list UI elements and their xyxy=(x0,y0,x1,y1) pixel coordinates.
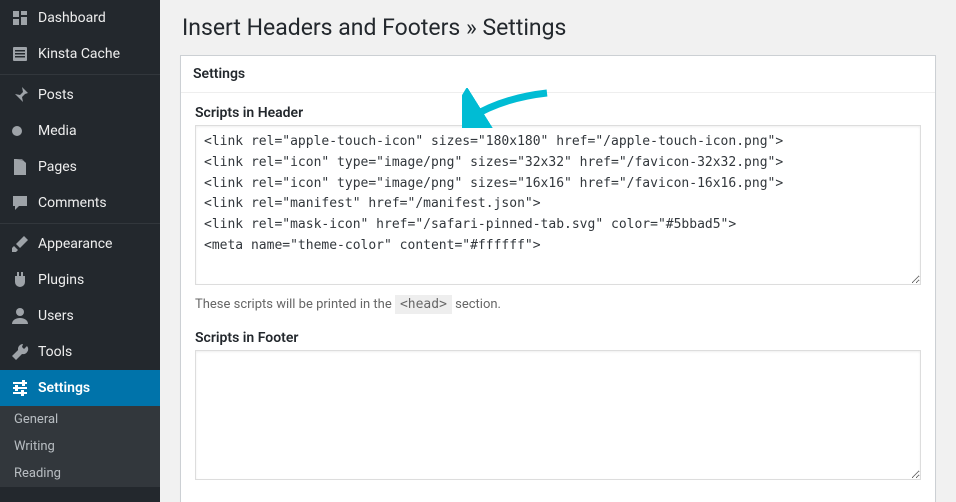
sidebar-item-settings[interactable]: Settings xyxy=(0,370,160,406)
sidebar-item-label: Media xyxy=(38,123,77,139)
sidebar-item-label: Posts xyxy=(38,87,74,103)
sidebar-item-kinsta-cache[interactable]: Kinsta Cache xyxy=(0,36,160,72)
page-title: Insert Headers and Footers » Settings xyxy=(182,14,936,41)
cache-icon xyxy=(10,44,30,64)
settings-submenu: General Writing Reading xyxy=(0,406,160,487)
header-scripts-label: Scripts in Header xyxy=(195,105,921,121)
plug-icon xyxy=(10,270,30,290)
dashboard-icon xyxy=(10,8,30,28)
submenu-item-reading[interactable]: Reading xyxy=(0,460,160,487)
sidebar-item-users[interactable]: Users xyxy=(0,298,160,334)
sidebar-item-label: Plugins xyxy=(38,272,84,288)
sidebar-item-media[interactable]: Media xyxy=(0,113,160,149)
settings-icon xyxy=(10,378,30,398)
pin-icon xyxy=(10,85,30,105)
sidebar-item-label: Comments xyxy=(38,195,107,211)
main-content: Insert Headers and Footers » Settings Se… xyxy=(160,0,956,502)
panel-heading: Settings xyxy=(181,56,935,93)
header-scripts-textarea[interactable] xyxy=(195,125,921,285)
sidebar-item-plugins[interactable]: Plugins xyxy=(0,262,160,298)
page-icon xyxy=(10,157,30,177)
head-code-tag: <head> xyxy=(395,295,452,314)
submenu-item-general[interactable]: General xyxy=(0,406,160,433)
wrench-icon xyxy=(10,342,30,362)
sidebar-item-label: Users xyxy=(38,308,74,324)
settings-panel: Settings Scripts in Header These scripts… xyxy=(180,55,936,502)
sidebar-item-label: Tools xyxy=(38,344,72,360)
submenu-item-writing[interactable]: Writing xyxy=(0,433,160,460)
sidebar-item-comments[interactable]: Comments xyxy=(0,185,160,221)
admin-sidebar: Dashboard Kinsta Cache Posts Media Pages… xyxy=(0,0,160,502)
sidebar-item-dashboard[interactable]: Dashboard xyxy=(0,0,160,36)
user-icon xyxy=(10,306,30,326)
sidebar-item-posts[interactable]: Posts xyxy=(0,77,160,113)
media-icon xyxy=(10,121,30,141)
comment-icon xyxy=(10,193,30,213)
sidebar-item-pages[interactable]: Pages xyxy=(0,149,160,185)
footer-scripts-textarea[interactable] xyxy=(195,350,921,480)
footer-scripts-label: Scripts in Footer xyxy=(195,330,921,346)
sidebar-item-appearance[interactable]: Appearance xyxy=(0,226,160,262)
brush-icon xyxy=(10,234,30,254)
header-scripts-description: These scripts will be printed in the <he… xyxy=(195,297,921,312)
sidebar-item-label: Pages xyxy=(38,159,77,175)
sidebar-item-label: Dashboard xyxy=(38,10,106,26)
sidebar-item-tools[interactable]: Tools xyxy=(0,334,160,370)
sidebar-item-label: Appearance xyxy=(38,236,112,252)
sidebar-item-label: Settings xyxy=(38,380,90,396)
sidebar-item-label: Kinsta Cache xyxy=(38,46,120,62)
